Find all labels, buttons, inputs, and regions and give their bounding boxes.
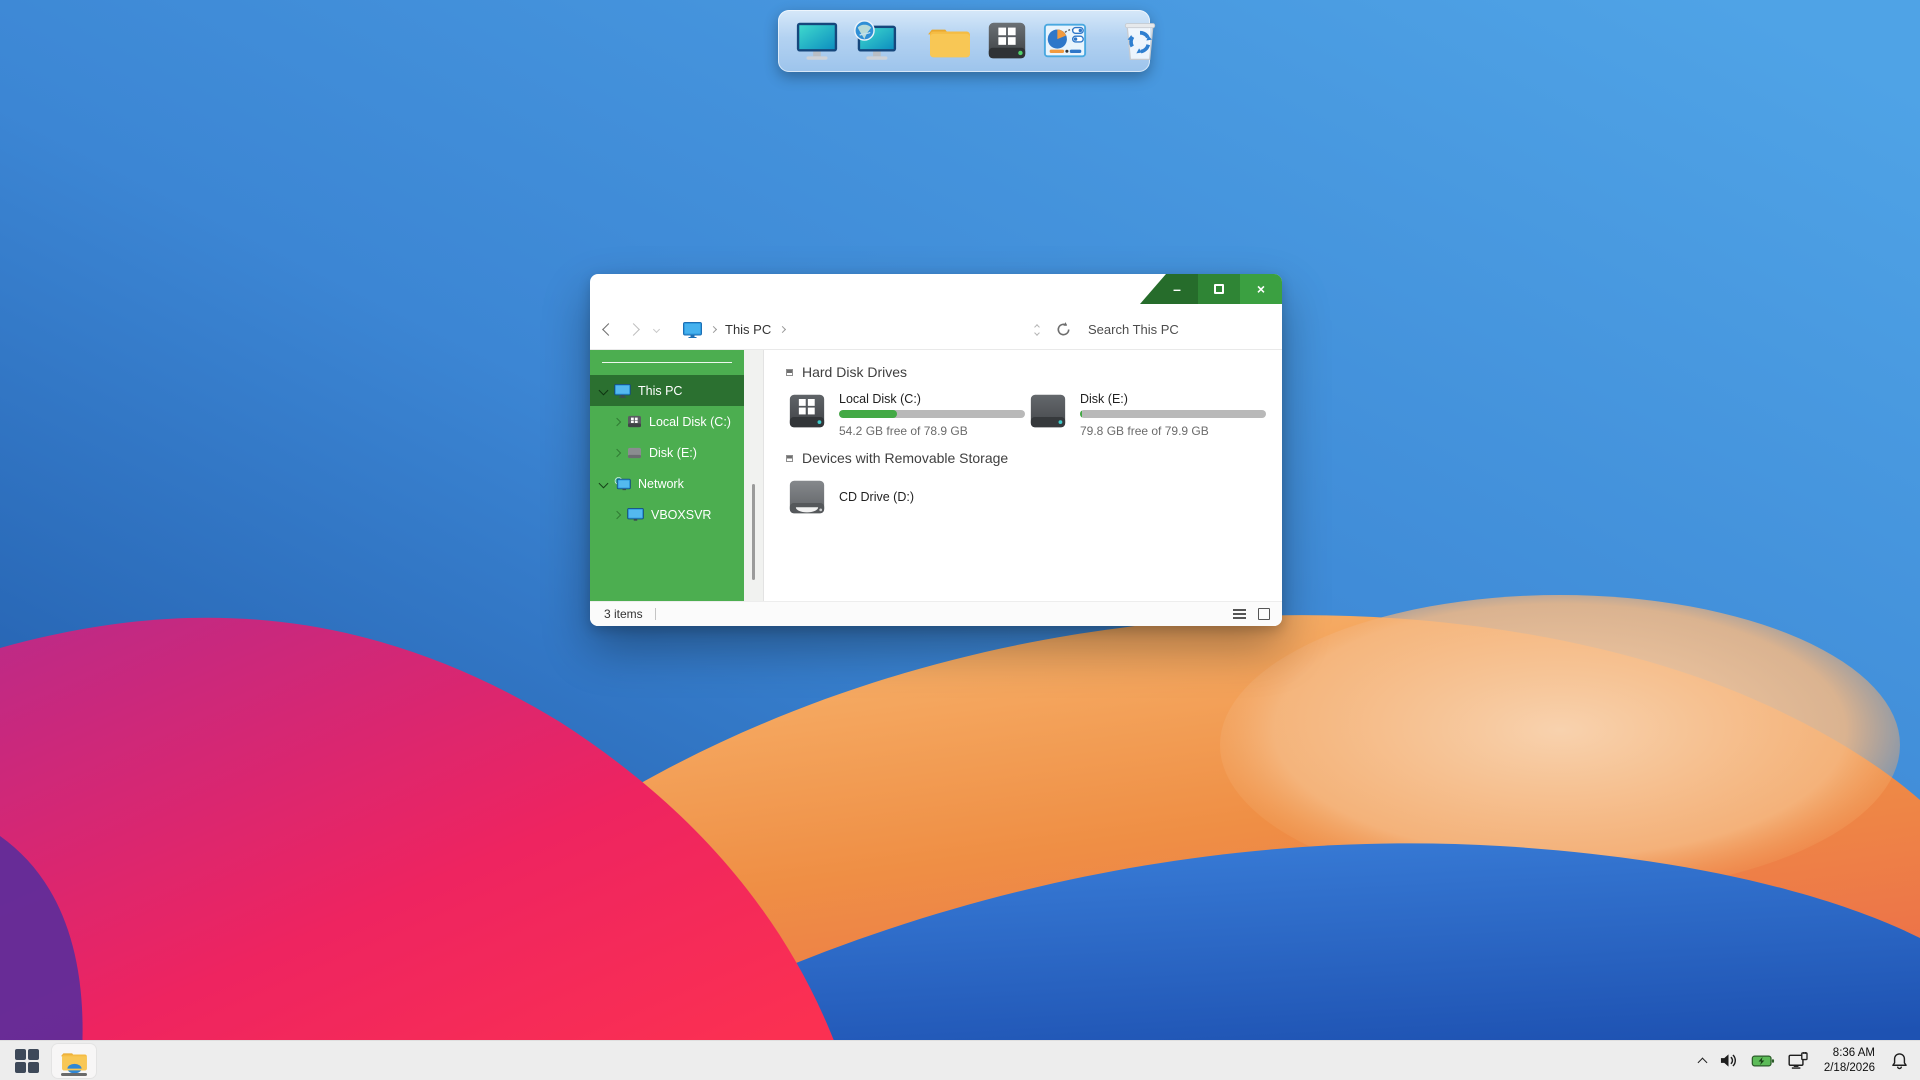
folder-icon[interactable] bbox=[928, 17, 972, 65]
drive-details: Local Disk (C:) 54.2 GB free of 78.9 GB bbox=[839, 392, 1025, 438]
sidebar-item-label: This PC bbox=[638, 384, 682, 398]
status-divider bbox=[655, 608, 656, 620]
thumbnail-view-icon[interactable] bbox=[1258, 608, 1270, 620]
refresh-icon[interactable] bbox=[1055, 321, 1072, 338]
sidebar-item-network[interactable]: Network bbox=[590, 468, 744, 499]
navigation-toolbar: This PC Search This PC bbox=[590, 310, 1282, 350]
window-body: This PC Local Disk (C:) bbox=[590, 350, 1282, 601]
back-button[interactable] bbox=[602, 323, 615, 336]
sidebar-separator bbox=[602, 362, 732, 363]
search-input[interactable]: Search This PC bbox=[1088, 322, 1266, 337]
battery-charging-icon[interactable] bbox=[1751, 1053, 1775, 1069]
sidebar-item-local-disk-c[interactable]: Local Disk (C:) bbox=[590, 406, 744, 437]
network-display-icon[interactable] bbox=[1788, 1052, 1808, 1070]
recent-locations-chevron-icon[interactable] bbox=[653, 326, 660, 333]
sidebar-item-label: VBOXSVR bbox=[651, 508, 711, 522]
section-title: Hard Disk Drives bbox=[802, 364, 907, 380]
sidebar-item-label: Network bbox=[638, 477, 684, 491]
drive-windows-icon bbox=[786, 393, 828, 429]
chevron-down-icon[interactable] bbox=[599, 386, 609, 396]
removable-tiles: CD Drive (D:) bbox=[786, 478, 1268, 515]
sidebar-tree: This PC Local Disk (C:) bbox=[590, 350, 744, 601]
forward-button[interactable] bbox=[627, 323, 640, 336]
list-view-icon[interactable] bbox=[1233, 609, 1246, 619]
chevron-right-icon[interactable] bbox=[613, 448, 621, 456]
drive-tile-cd-d[interactable]: CD Drive (D:) bbox=[786, 478, 1040, 515]
maximize-icon bbox=[1214, 284, 1224, 294]
drive-details: Disk (E:) 79.8 GB free of 79.9 GB bbox=[1080, 392, 1266, 438]
capacity-bar-fill bbox=[839, 410, 897, 418]
statusbar: 3 items bbox=[590, 601, 1282, 626]
volume-icon[interactable] bbox=[1719, 1052, 1738, 1069]
window-controls: – × bbox=[1140, 274, 1282, 304]
scrollbar-thumb[interactable] bbox=[752, 484, 755, 580]
drive-windows-icon bbox=[627, 415, 642, 428]
windows-grid-icon bbox=[15, 1049, 39, 1073]
free-space-label: 54.2 GB free of 78.9 GB bbox=[839, 424, 1025, 438]
notifications-bell-icon[interactable] bbox=[1891, 1052, 1908, 1070]
system-tray: 8:36 AM 2/18/2026 bbox=[1699, 1046, 1908, 1076]
drive-name: Local Disk (C:) bbox=[839, 392, 1025, 406]
breadcrumb[interactable]: This PC bbox=[683, 322, 785, 338]
chevron-down-icon[interactable] bbox=[599, 479, 609, 489]
drives-pane: Hard Disk Drives bbox=[764, 350, 1282, 601]
chevron-right-icon[interactable] bbox=[613, 417, 621, 425]
clock-time: 8:36 AM bbox=[1824, 1046, 1875, 1061]
drive-tile-local-disk-c[interactable]: Local Disk (C:) 54.2 GB free of 78.9 GB bbox=[786, 392, 1027, 438]
sidebar-item-label: Local Disk (C:) bbox=[649, 415, 731, 429]
dock bbox=[778, 10, 1150, 72]
cd-drive-icon bbox=[786, 479, 828, 515]
breadcrumb-this-pc[interactable]: This PC bbox=[725, 322, 771, 337]
taskbar-file-explorer-button[interactable] bbox=[52, 1044, 96, 1078]
control-panel-icon[interactable] bbox=[1042, 17, 1088, 65]
sidebar-item-vboxsvr[interactable]: VBOXSVR bbox=[590, 499, 744, 530]
section-hard-disk-drives: Hard Disk Drives bbox=[786, 364, 1268, 380]
drive-name: CD Drive (D:) bbox=[839, 490, 914, 504]
group-collapse-icon[interactable] bbox=[786, 455, 793, 462]
hard-disk-tiles: Local Disk (C:) 54.2 GB free of 78.9 GB bbox=[786, 392, 1268, 438]
items-count: 3 items bbox=[604, 607, 643, 621]
maximize-button[interactable] bbox=[1198, 274, 1240, 304]
minimize-button[interactable]: – bbox=[1140, 274, 1198, 304]
capacity-bar bbox=[1080, 410, 1266, 418]
group-collapse-icon[interactable] bbox=[786, 369, 793, 376]
running-indicator bbox=[61, 1073, 87, 1076]
network-monitor-icon bbox=[614, 477, 631, 491]
monitor-icon bbox=[614, 384, 631, 398]
hard-drive-icon[interactable] bbox=[984, 17, 1030, 65]
file-explorer-window: – × This PC bbox=[590, 274, 1282, 626]
start-button[interactable] bbox=[10, 1044, 44, 1078]
section-title: Devices with Removable Storage bbox=[802, 450, 1008, 466]
sidebar-item-label: Disk (E:) bbox=[649, 446, 697, 460]
free-space-label: 79.8 GB free of 79.9 GB bbox=[1080, 424, 1266, 438]
breadcrumb-separator-icon bbox=[779, 326, 786, 333]
titlebar[interactable]: – × bbox=[590, 274, 1282, 310]
this-pc-monitor-icon bbox=[683, 322, 702, 338]
clock-date: 2/18/2026 bbox=[1824, 1061, 1875, 1076]
sidebar-item-this-pc[interactable]: This PC bbox=[590, 375, 744, 406]
address-dropdown-icon[interactable] bbox=[1035, 325, 1039, 335]
drive-icon bbox=[627, 446, 642, 459]
capacity-bar-fill bbox=[1080, 410, 1082, 418]
computer-monitor-icon[interactable] bbox=[794, 17, 840, 65]
desktop: – × This PC bbox=[0, 0, 1920, 1080]
sidebar-scrollbar[interactable] bbox=[744, 350, 764, 601]
breadcrumb-separator-icon bbox=[710, 326, 717, 333]
network-globe-icon[interactable] bbox=[852, 17, 898, 65]
file-explorer-folder-icon bbox=[61, 1049, 88, 1073]
close-button[interactable]: × bbox=[1240, 274, 1282, 304]
drive-icon bbox=[1027, 393, 1069, 429]
taskbar-clock[interactable]: 8:36 AM 2/18/2026 bbox=[1824, 1046, 1875, 1076]
drive-name: Disk (E:) bbox=[1080, 392, 1266, 406]
monitor-icon bbox=[627, 508, 644, 522]
recycle-bin-icon[interactable] bbox=[1118, 17, 1162, 65]
chevron-right-icon[interactable] bbox=[613, 510, 621, 518]
section-removable-storage: Devices with Removable Storage bbox=[786, 450, 1268, 466]
sidebar-item-disk-e[interactable]: Disk (E:) bbox=[590, 437, 744, 468]
taskbar: 8:36 AM 2/18/2026 bbox=[0, 1040, 1920, 1080]
hidden-icons-chevron-icon[interactable] bbox=[1697, 1058, 1707, 1068]
drive-tile-disk-e[interactable]: Disk (E:) 79.8 GB free of 79.9 GB bbox=[1027, 392, 1268, 438]
view-toggles bbox=[1233, 608, 1270, 620]
capacity-bar bbox=[839, 410, 1025, 418]
